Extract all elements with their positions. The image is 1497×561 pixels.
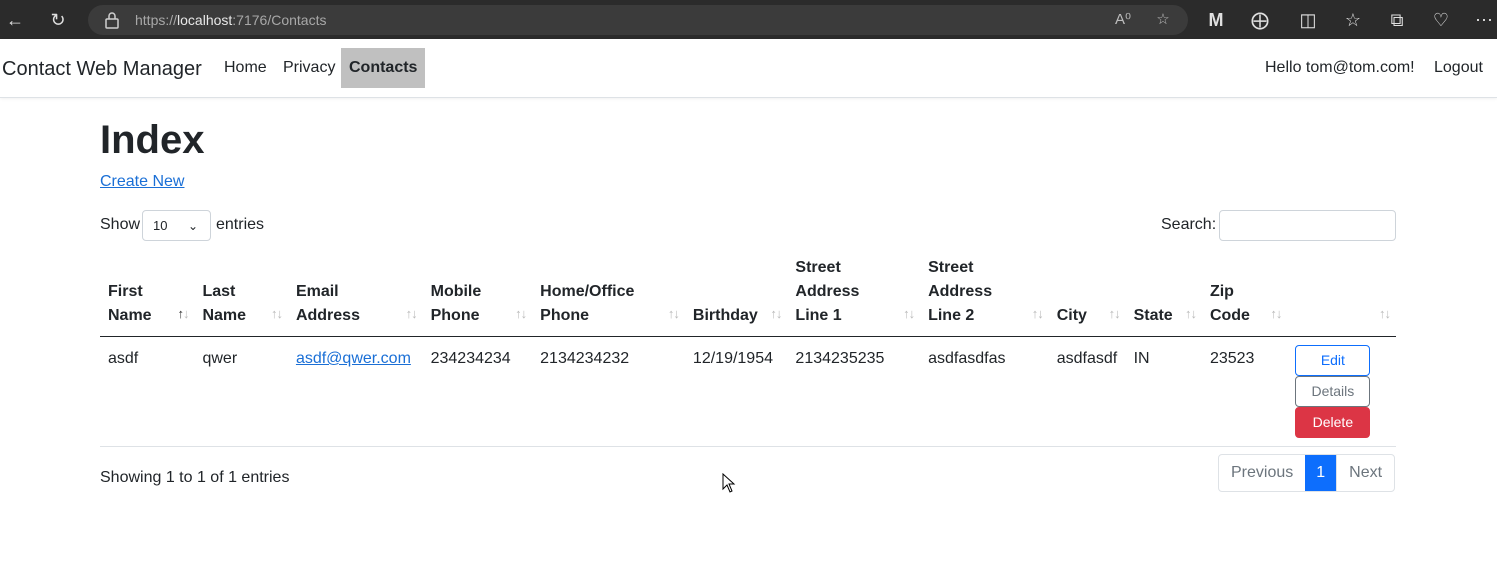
page-size-value: 10 bbox=[153, 218, 168, 233]
more-menu-icon[interactable]: ⋯ bbox=[1472, 8, 1496, 32]
sort-icon: ↑↓ bbox=[177, 306, 189, 321]
split-screen-icon[interactable]: ◫ bbox=[1296, 8, 1320, 32]
malwarebytes-extension-icon[interactable]: M bbox=[1204, 8, 1228, 32]
read-aloud-icon[interactable]: A⁰ bbox=[1111, 8, 1135, 32]
header-mobile-phone[interactable]: Mobile Phone ↑↓ bbox=[422, 253, 533, 337]
sort-icon: ↑↓ bbox=[1379, 306, 1391, 321]
cell-zip: 23523 bbox=[1201, 336, 1288, 447]
page-size-select[interactable]: 10 ⌄ bbox=[142, 210, 211, 241]
search-label: Search: bbox=[1161, 216, 1217, 233]
cell-street2: asdfasdfas bbox=[920, 336, 1049, 447]
sort-icon: ↑↓ bbox=[1031, 306, 1044, 321]
browser-toolbar: ← ↻ https://localhost:7176/Contacts A⁰ ☆… bbox=[0, 0, 1497, 39]
details-button[interactable]: Details bbox=[1295, 376, 1371, 407]
nav-contacts[interactable]: Contacts bbox=[341, 48, 426, 88]
sort-icon: ↑↓ bbox=[903, 306, 915, 321]
nav-privacy[interactable]: Privacy bbox=[275, 48, 343, 88]
address-bar[interactable]: https://localhost:7176/Contacts A⁰ ☆ bbox=[88, 5, 1188, 35]
cell-city: asdfasdf bbox=[1048, 336, 1126, 447]
header-state[interactable]: State ↑↓ bbox=[1125, 253, 1202, 337]
header-actions[interactable]: ↑↓ bbox=[1287, 253, 1396, 337]
table-row: asdf qwer asdf@qwer.com 234234234 213423… bbox=[100, 336, 1396, 447]
favorite-star-icon[interactable]: ☆ bbox=[1151, 8, 1175, 32]
sort-icon: ↑↓ bbox=[770, 306, 782, 321]
refresh-icon[interactable]: ↻ bbox=[46, 8, 70, 32]
chevron-down-icon: ⌄ bbox=[187, 219, 198, 233]
header-zip[interactable]: Zip Code ↑↓ bbox=[1201, 253, 1288, 337]
sort-icon: ↑↓ bbox=[1270, 306, 1282, 321]
header-street2[interactable]: Street Address Line 2 ↑↓ bbox=[920, 253, 1049, 337]
sort-icon: ↑↓ bbox=[1184, 306, 1197, 321]
header-email[interactable]: Email Address ↑↓ bbox=[287, 253, 423, 337]
back-icon[interactable]: ← bbox=[3, 8, 27, 32]
cell-actions: Edit Details Delete bbox=[1287, 336, 1396, 447]
mouse-cursor-icon bbox=[722, 473, 736, 493]
next-button[interactable]: Next bbox=[1336, 455, 1394, 491]
cell-state: IN bbox=[1125, 336, 1202, 447]
browser-essentials-icon[interactable]: ♡ bbox=[1429, 8, 1453, 32]
sort-icon: ↑↓ bbox=[667, 306, 680, 321]
create-new-link[interactable]: Create New bbox=[100, 173, 184, 191]
cell-first-name: asdf bbox=[100, 336, 195, 447]
url-text: https://localhost:7176/Contacts bbox=[135, 12, 327, 28]
header-street1[interactable]: Street Address Line 1 ↑↓ bbox=[787, 253, 921, 337]
header-last-name[interactable]: Last Name ↑↓ bbox=[194, 253, 288, 337]
cell-street1: 2134235235 bbox=[787, 336, 921, 447]
sort-icon: ↑↓ bbox=[270, 306, 283, 321]
search-input[interactable] bbox=[1219, 210, 1396, 241]
edit-button[interactable]: Edit bbox=[1295, 345, 1371, 376]
header-birthday[interactable]: Birthday ↑↓ bbox=[684, 253, 788, 337]
email-link[interactable]: asdf@qwer.com bbox=[296, 350, 411, 367]
favorites-icon[interactable]: ☆ bbox=[1341, 8, 1365, 32]
user-greeting[interactable]: Hello tom@tom.com! bbox=[1265, 59, 1415, 77]
app-navbar: Contact Web Manager Home Privacy Contact… bbox=[0, 39, 1497, 98]
cell-email: asdf@qwer.com bbox=[287, 336, 423, 447]
table-info: Showing 1 to 1 of 1 entries bbox=[100, 469, 290, 486]
contacts-table: First Name ↑↓ Last Name ↑↓ Email Address ↑↓ Mo… bbox=[100, 253, 1396, 447]
page-title: Index bbox=[100, 118, 205, 162]
show-label: Show bbox=[100, 216, 141, 233]
brand-link[interactable]: Contact Web Manager bbox=[2, 58, 202, 81]
collections-icon[interactable]: ⧉ bbox=[1385, 8, 1409, 32]
header-home-phone[interactable]: Home/Office Phone ↑↓ bbox=[532, 253, 685, 337]
cell-birthday: 12/19/1954 bbox=[684, 336, 788, 447]
cell-mobile: 234234234 bbox=[422, 336, 533, 447]
sort-icon: ↑↓ bbox=[405, 306, 418, 321]
nav-home[interactable]: Home bbox=[216, 48, 275, 88]
entries-label: entries bbox=[216, 216, 265, 233]
sort-icon: ↑↓ bbox=[1108, 306, 1121, 321]
header-first-name[interactable]: First Name ↑↓ bbox=[100, 253, 195, 337]
logout-link[interactable]: Logout bbox=[1434, 59, 1483, 77]
cell-home-phone: 2134234232 bbox=[532, 336, 685, 447]
delete-button[interactable]: Delete bbox=[1295, 407, 1371, 438]
sort-icon: ↑↓ bbox=[515, 306, 527, 321]
table-header-row: First Name ↑↓ Last Name ↑↓ Email Address ↑↓ Mo… bbox=[100, 253, 1396, 337]
cell-last-name: qwer bbox=[194, 336, 288, 447]
page-1-button[interactable]: 1 bbox=[1305, 455, 1337, 491]
lock-icon bbox=[105, 12, 119, 29]
header-city[interactable]: City ↑↓ bbox=[1048, 253, 1126, 337]
previous-button[interactable]: Previous bbox=[1219, 455, 1305, 491]
pagination: Previous 1 Next bbox=[1218, 454, 1396, 492]
extensions-icon[interactable]: ⨁ bbox=[1248, 8, 1272, 32]
